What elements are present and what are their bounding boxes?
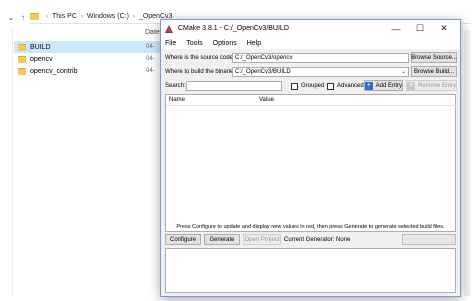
- folder-icon: [30, 13, 39, 20]
- add-entry-button[interactable]: + Add Entry: [364, 80, 403, 91]
- menu-file[interactable]: File: [165, 40, 176, 47]
- build-label: Where to build the binaries:: [165, 69, 239, 75]
- grouped-label: Grouped: [301, 83, 325, 89]
- file-list: BUILD 04- opencv 04- opencv_contrib 04-: [14, 41, 164, 77]
- table-header: [166, 95, 457, 106]
- column-header-date[interactable]: Date: [145, 29, 160, 36]
- explorer-nav-pane-divider: [12, 28, 13, 296]
- up-arrow-icon[interactable]: ↑: [18, 13, 28, 22]
- browse-source-button[interactable]: Browse Source...: [411, 52, 457, 63]
- file-name: opencv: [30, 55, 53, 63]
- chevron-down-icon[interactable]: ⌄: [401, 68, 406, 75]
- menu-tools[interactable]: Tools: [186, 40, 202, 47]
- maximize-icon[interactable]: ☐: [408, 20, 432, 37]
- explorer-scrollbar[interactable]: [464, 30, 470, 296]
- cache-entries-table[interactable]: Name Value: [165, 94, 457, 232]
- browse-build-button[interactable]: Browse Build...: [411, 66, 457, 77]
- window-title: CMake 3.8.1 - C:/_OpenCv3/BUILD: [178, 25, 289, 32]
- menu-help[interactable]: Help: [247, 40, 261, 47]
- chevron-right-icon: ›: [132, 13, 135, 20]
- configure-button[interactable]: Configure: [165, 234, 201, 245]
- remove-icon: ×: [407, 81, 415, 90]
- progress-bar: [402, 234, 456, 245]
- folder-icon: [18, 43, 26, 51]
- menu-bar: File Tools Options Help: [161, 37, 460, 49]
- build-path-combo[interactable]: C:/_OpenCv3/BUILD ⌄: [232, 67, 409, 77]
- column-header-value[interactable]: Value: [259, 97, 274, 103]
- file-name: BUILD: [30, 43, 51, 51]
- source-label: Where is the source code:: [165, 55, 235, 61]
- status-message: Press Configure to update and display ne…: [176, 224, 445, 230]
- open-project-button[interactable]: Open Project: [243, 234, 281, 245]
- source-path-input[interactable]: C:/_OpenCv3/opencv: [232, 53, 409, 63]
- remove-entry-button[interactable]: × Remove Entry: [406, 80, 457, 91]
- grouped-checkbox[interactable]: [291, 83, 298, 90]
- file-date: 04-: [146, 56, 155, 62]
- menu-options[interactable]: Options: [213, 40, 237, 47]
- build-path-value: C:/_OpenCv3/BUILD: [235, 69, 291, 75]
- cmake-logo-icon: [165, 24, 173, 33]
- list-item-opencv-contrib[interactable]: opencv_contrib 04-: [14, 65, 164, 77]
- list-item-build[interactable]: BUILD 04-: [14, 41, 164, 53]
- breadcrumb-item-this-pc[interactable]: This PC: [52, 13, 77, 20]
- search-label: Search:: [165, 83, 186, 89]
- add-icon: +: [365, 81, 373, 90]
- window-controls: — ☐ ✕: [384, 20, 456, 37]
- minimize-icon[interactable]: —: [384, 20, 408, 37]
- close-icon[interactable]: ✕: [432, 20, 456, 37]
- chevron-right-icon: ›: [46, 13, 48, 20]
- file-date: 04-: [146, 68, 155, 74]
- file-date: 04-: [146, 44, 155, 50]
- output-log[interactable]: [165, 248, 456, 293]
- title-bar[interactable]: CMake 3.8.1 - C:/_OpenCv3/BUILD — ☐ ✕: [161, 20, 460, 37]
- advanced-checkbox[interactable]: [327, 83, 334, 90]
- chevron-down-icon[interactable]: ⌄: [6, 13, 16, 22]
- list-item-opencv[interactable]: opencv 04-: [14, 53, 164, 65]
- add-entry-label: Add Entry: [375, 82, 402, 89]
- search-input[interactable]: [186, 81, 282, 91]
- folder-icon: [18, 67, 26, 75]
- file-name: opencv_contrib: [30, 67, 78, 75]
- remove-entry-label: Remove Entry: [417, 82, 456, 89]
- breadcrumb-item-drive[interactable]: Windows (C:): [87, 13, 129, 20]
- advanced-label: Advanced: [337, 83, 364, 89]
- chevron-right-icon: ›: [80, 13, 83, 20]
- current-generator-label: Current Generator: None: [284, 237, 351, 243]
- generate-button[interactable]: Generate: [204, 234, 240, 245]
- column-header-name[interactable]: Name: [169, 97, 185, 103]
- folder-icon: [18, 55, 26, 63]
- cmake-window: CMake 3.8.1 - C:/_OpenCv3/BUILD — ☐ ✕ Fi…: [160, 19, 461, 297]
